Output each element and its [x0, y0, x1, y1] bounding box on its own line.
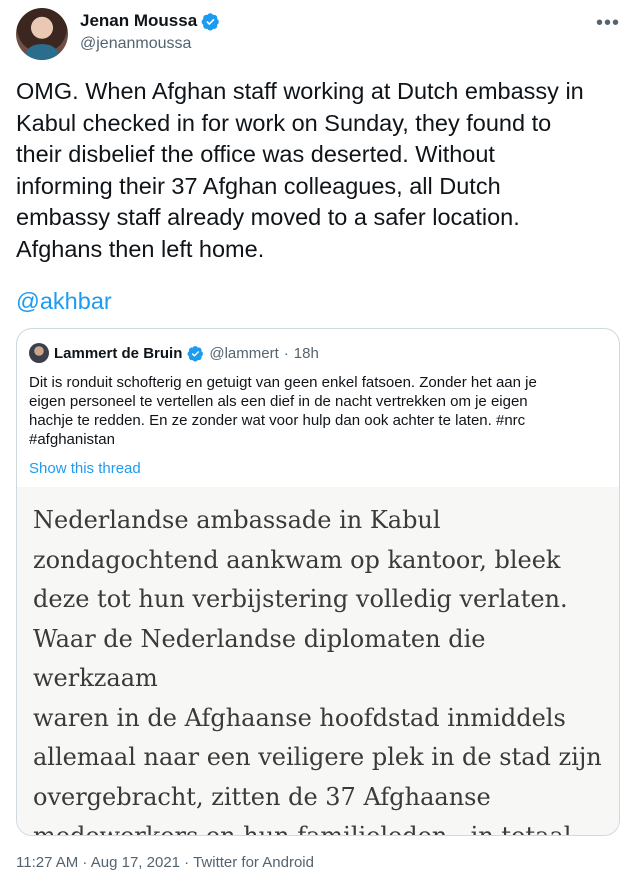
- article-excerpt-text: Nederlandse ambassade in Kabul zondagoch…: [33, 506, 602, 836]
- author-display-name-row[interactable]: Jenan Moussa: [80, 10, 220, 32]
- verified-badge-icon: [201, 12, 219, 30]
- quoted-tweet-time: 18h: [293, 344, 319, 362]
- author-avatar[interactable]: [16, 8, 68, 60]
- quoted-author-handle: @lammert: [209, 344, 279, 362]
- quoted-tweet-card[interactable]: Lammert de Bruin @lammert · 18h Dit is r…: [16, 328, 620, 836]
- author-names: Jenan Moussa @jenanmoussa: [80, 10, 220, 54]
- quoted-author-avatar: [29, 343, 49, 363]
- more-options-icon[interactable]: •••: [596, 12, 620, 35]
- quoted-tweet-image[interactable]: Nederlandse ambassade in Kabul zondagoch…: [17, 487, 619, 836]
- show-thread-link[interactable]: Show this thread: [29, 460, 141, 477]
- separator-dot: ·: [283, 344, 289, 362]
- tweet-text: OMG. When Afghan staff working at Dutch …: [16, 78, 584, 262]
- verified-badge-icon: [187, 345, 204, 362]
- tweet-timestamp[interactable]: 11:27 AM · Aug 17, 2021 · Twitter for An…: [16, 854, 314, 871]
- author-handle[interactable]: @jenanmoussa: [80, 34, 220, 54]
- quoted-tweet-text: Dit is ronduit schofterig en getuigt van…: [29, 374, 537, 448]
- quoted-tweet-header: Lammert de Bruin @lammert · 18h: [29, 343, 319, 363]
- tweet-header: Jenan Moussa @jenanmoussa •••: [16, 8, 624, 64]
- mention-link[interactable]: @akhbar: [16, 286, 112, 318]
- author-name[interactable]: Jenan Moussa: [80, 10, 197, 32]
- quoted-author-name: Lammert de Bruin: [54, 344, 183, 362]
